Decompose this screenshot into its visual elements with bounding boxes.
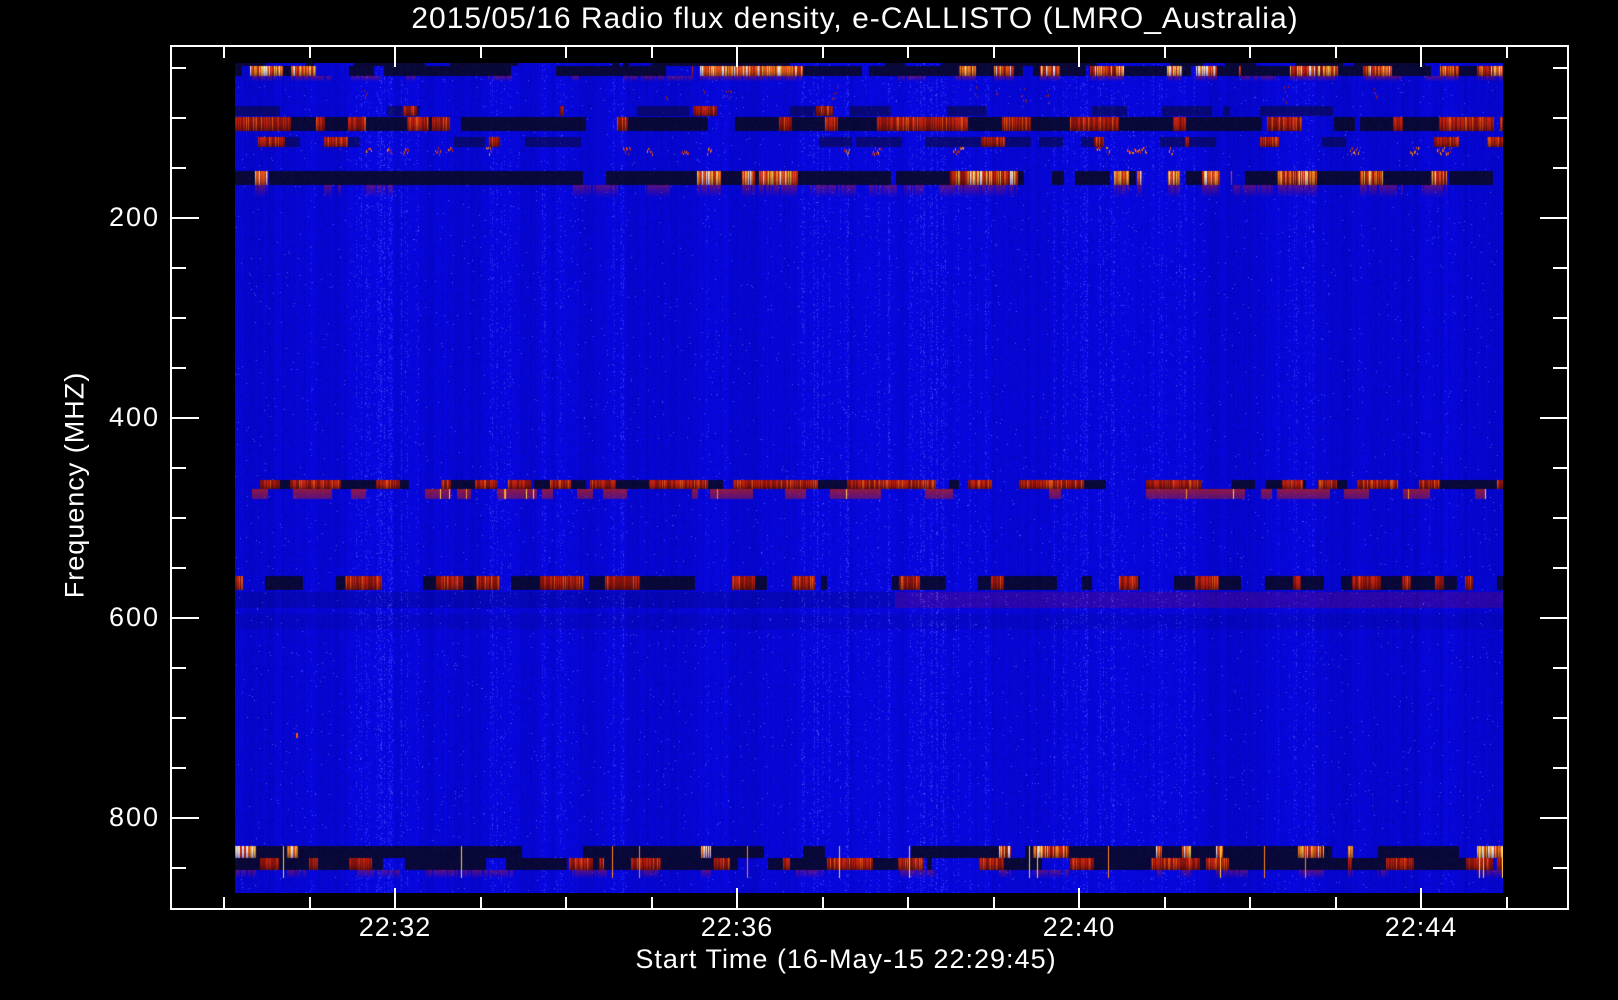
x-axis-major-tick-top bbox=[1078, 47, 1080, 67]
x-axis-minor-tick bbox=[992, 897, 995, 908]
y-axis-minor-tick bbox=[172, 367, 186, 369]
y-axis-major-tick-right bbox=[1540, 817, 1567, 819]
x-axis-minor-tick bbox=[223, 897, 225, 908]
y-axis-major-tick-right bbox=[1540, 217, 1567, 219]
x-axis-major-tick-top bbox=[736, 47, 738, 67]
x-axis-minor-tick-top bbox=[992, 47, 995, 58]
x-axis-minor-tick-top bbox=[479, 47, 482, 58]
x-axis-minor-tick bbox=[1163, 897, 1166, 908]
x-axis-major-tick bbox=[736, 888, 738, 908]
y-axis-minor-tick-right bbox=[1553, 367, 1567, 369]
y-axis-major-tick bbox=[172, 217, 199, 219]
x-axis-minor-tick bbox=[650, 897, 653, 908]
y-axis-minor-tick-right bbox=[1553, 567, 1567, 569]
x-axis-minor-tick-top bbox=[907, 47, 909, 58]
x-tick-label: 22:36 bbox=[700, 912, 774, 942]
x-axis-minor-tick-top bbox=[650, 47, 653, 58]
x-axis-minor-tick-top bbox=[1505, 47, 1508, 58]
x-axis-major-tick bbox=[1420, 888, 1422, 908]
y-axis-major-tick-right bbox=[1540, 617, 1567, 619]
chart-title: 2015/05/16 Radio flux density, e-CALLIST… bbox=[411, 2, 1299, 35]
screenshot-root: { "title": "2015/05/16 Radio flux densit… bbox=[0, 0, 1618, 1000]
y-axis-minor-tick bbox=[172, 517, 186, 519]
y-axis-minor-tick bbox=[172, 267, 186, 269]
x-axis-title: Start Time (16-May-15 22:29:45) bbox=[635, 944, 1057, 974]
y-axis-minor-tick bbox=[172, 717, 186, 719]
y-axis-minor-tick-right bbox=[1553, 667, 1567, 669]
y-axis-minor-tick-right bbox=[1553, 317, 1567, 319]
y-axis-minor-tick bbox=[172, 167, 186, 169]
x-axis-minor-tick bbox=[1505, 897, 1508, 908]
y-axis-minor-tick bbox=[172, 467, 186, 469]
plot-frame bbox=[170, 45, 1569, 910]
y-axis-minor-tick-right bbox=[1553, 717, 1567, 719]
x-axis-major-tick bbox=[394, 888, 396, 908]
y-axis-minor-tick bbox=[172, 667, 186, 669]
y-axis-title-text: Frequency (MHZ) bbox=[59, 371, 90, 599]
y-axis-major-tick bbox=[172, 617, 199, 619]
y-axis-minor-tick-right bbox=[1553, 117, 1567, 119]
y-axis-minor-tick bbox=[172, 67, 186, 69]
y-tick-label: 600 bbox=[108, 602, 160, 632]
x-axis-minor-tick bbox=[308, 897, 311, 908]
x-axis-minor-tick bbox=[1249, 897, 1251, 908]
y-axis-minor-tick-right bbox=[1553, 767, 1567, 769]
y-axis-major-tick bbox=[172, 817, 199, 819]
y-axis-minor-tick-right bbox=[1553, 67, 1567, 69]
x-axis-minor-tick bbox=[565, 897, 567, 908]
y-axis-minor-tick-right bbox=[1553, 267, 1567, 269]
x-axis-minor-tick bbox=[821, 897, 824, 908]
x-axis-minor-tick bbox=[907, 897, 909, 908]
y-tick-label: 800 bbox=[108, 802, 160, 832]
y-axis-minor-tick-right bbox=[1553, 167, 1567, 169]
x-axis-minor-tick bbox=[479, 897, 482, 908]
y-axis-minor-tick bbox=[172, 317, 186, 319]
y-axis-minor-tick bbox=[172, 567, 186, 569]
x-axis-minor-tick-top bbox=[223, 47, 225, 58]
x-tick-label: 22:44 bbox=[1384, 912, 1458, 942]
x-axis-minor-tick-top bbox=[1163, 47, 1166, 58]
y-axis-minor-tick-right bbox=[1553, 867, 1567, 869]
x-axis-major-tick-top bbox=[394, 47, 396, 67]
y-axis-minor-tick bbox=[172, 867, 186, 869]
y-tick-label: 200 bbox=[108, 202, 160, 232]
x-axis-major-tick-top bbox=[1420, 47, 1422, 67]
y-axis-minor-tick-right bbox=[1553, 517, 1567, 519]
x-axis-minor-tick-top bbox=[308, 47, 311, 58]
x-tick-label: 22:40 bbox=[1042, 912, 1116, 942]
y-axis-minor-tick-right bbox=[1553, 467, 1567, 469]
x-axis-minor-tick-top bbox=[565, 47, 567, 58]
y-axis-major-tick bbox=[172, 417, 199, 419]
x-axis-minor-tick-top bbox=[821, 47, 824, 58]
y-axis-minor-tick bbox=[172, 117, 186, 119]
x-tick-label: 22:32 bbox=[358, 912, 432, 942]
y-axis-major-tick-right bbox=[1540, 417, 1567, 419]
x-axis-minor-tick bbox=[1334, 897, 1337, 908]
x-axis-minor-tick-top bbox=[1334, 47, 1337, 58]
x-axis-major-tick bbox=[1078, 888, 1080, 908]
y-axis-minor-tick bbox=[172, 767, 186, 769]
x-axis-minor-tick-top bbox=[1249, 47, 1251, 58]
